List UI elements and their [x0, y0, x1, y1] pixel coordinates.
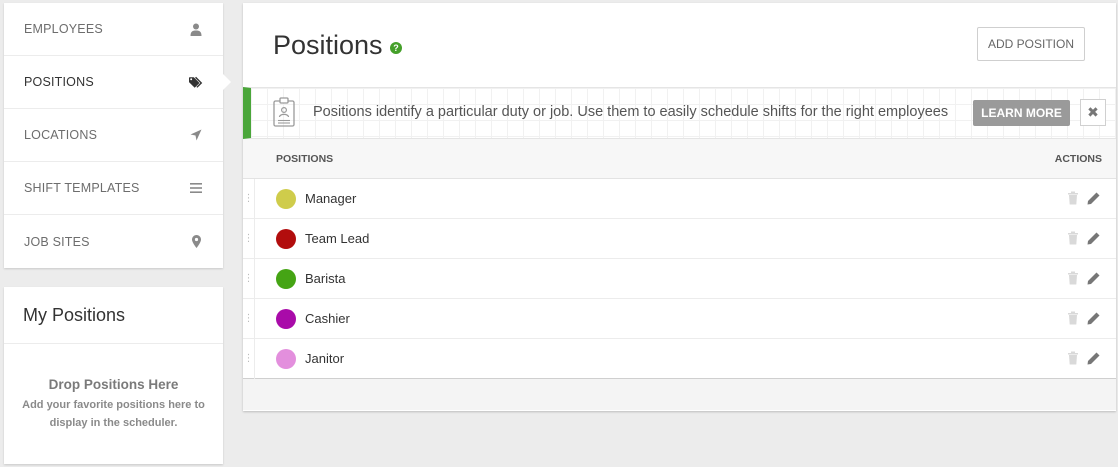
page-title: Positions — [273, 30, 383, 60]
table-row: ⋮ Janitor — [243, 338, 1116, 379]
position-name: Manager — [305, 191, 357, 206]
position-name: Barista — [305, 271, 346, 286]
nav-item-label: EMPLOYEES — [24, 22, 103, 36]
trash-icon[interactable] — [1067, 191, 1079, 205]
banner-text: Positions identify a particular duty or … — [313, 104, 949, 120]
trash-icon[interactable] — [1067, 351, 1079, 365]
trash-icon[interactable] — [1067, 271, 1079, 285]
close-banner-button[interactable]: ✖ — [1080, 99, 1106, 126]
position-color-swatch — [276, 308, 296, 329]
drag-handle-icon[interactable]: ⋮ — [243, 338, 255, 379]
nav-item-positions[interactable]: POSITIONS — [4, 56, 231, 109]
add-position-button[interactable]: ADD POSITION — [977, 27, 1085, 61]
positions-list: ⋮ Manager ⋮ Team Lead ⋮ Barista ⋮ Cashie… — [243, 178, 1116, 379]
position-name: Janitor — [305, 351, 345, 366]
row-actions — [1067, 191, 1100, 205]
drag-handle-icon[interactable]: ⋮ — [243, 178, 255, 219]
help-icon[interactable]: ? — [390, 42, 402, 54]
pencil-icon[interactable] — [1087, 232, 1100, 245]
close-icon: ✖ — [1087, 104, 1099, 120]
my-positions-title: My Positions — [4, 287, 223, 344]
drag-handle-icon[interactable]: ⋮ — [243, 298, 255, 339]
row-actions — [1067, 271, 1100, 285]
list-icon — [189, 181, 203, 195]
pencil-icon[interactable] — [1087, 272, 1100, 285]
table-row: ⋮ Team Lead — [243, 218, 1116, 259]
nav-item-employees[interactable]: EMPLOYEES — [4, 3, 223, 56]
clipboard-icon — [273, 97, 295, 127]
sidebar-nav: EMPLOYEES POSITIONS LOCATIONS SHIFT TEMP… — [4, 3, 231, 268]
pencil-icon[interactable] — [1087, 192, 1100, 205]
nav-item-shift-templates[interactable]: SHIFT TEMPLATES — [4, 162, 223, 215]
pencil-icon[interactable] — [1087, 352, 1100, 365]
map-pin-icon — [189, 235, 203, 249]
drop-zone-description: Add your favorite positions here to disp… — [22, 399, 205, 429]
trash-icon[interactable] — [1067, 311, 1079, 325]
drag-handle-icon[interactable]: ⋮ — [243, 218, 255, 259]
position-color-swatch — [276, 188, 296, 209]
row-actions — [1067, 351, 1100, 365]
trash-icon[interactable] — [1067, 231, 1079, 245]
positions-panel: Positions ? ADD POSITION Positions ident… — [243, 3, 1116, 411]
column-header-positions: POSITIONS — [276, 152, 334, 165]
table-row: ⋮ Barista — [243, 258, 1116, 299]
location-arrow-icon — [189, 128, 203, 142]
table-footer — [243, 379, 1116, 410]
pencil-icon[interactable] — [1087, 312, 1100, 325]
table-row: ⋮ Manager — [243, 178, 1116, 219]
row-actions — [1067, 231, 1100, 245]
position-color-swatch — [276, 268, 296, 289]
nav-item-label: LOCATIONS — [24, 128, 98, 142]
person-icon — [189, 22, 203, 36]
table-header: POSITIONS ACTIONS — [243, 139, 1116, 179]
my-positions-panel: My Positions Drop Positions Here Add you… — [4, 287, 223, 464]
drag-handle-icon[interactable]: ⋮ — [243, 258, 255, 299]
tags-icon — [189, 75, 203, 89]
nav-item-label: POSITIONS — [24, 75, 94, 89]
position-name: Team Lead — [305, 231, 370, 246]
learn-more-button[interactable]: LEARN MORE — [973, 100, 1070, 126]
position-color-swatch — [276, 228, 296, 249]
info-banner: Positions identify a particular duty or … — [243, 87, 1116, 139]
position-name: Cashier — [305, 311, 350, 326]
table-row: ⋮ Cashier — [243, 298, 1116, 339]
nav-item-job-sites[interactable]: JOB SITES — [4, 215, 223, 268]
drop-zone-title[interactable]: Drop Positions Here — [4, 377, 223, 392]
column-header-actions: ACTIONS — [1054, 152, 1102, 165]
row-actions — [1067, 311, 1100, 325]
nav-item-label: JOB SITES — [24, 234, 90, 249]
nav-item-label: SHIFT TEMPLATES — [24, 181, 140, 195]
nav-item-locations[interactable]: LOCATIONS — [4, 109, 223, 162]
page-header: Positions ? ADD POSITION — [243, 3, 1116, 87]
position-color-swatch — [276, 348, 296, 369]
